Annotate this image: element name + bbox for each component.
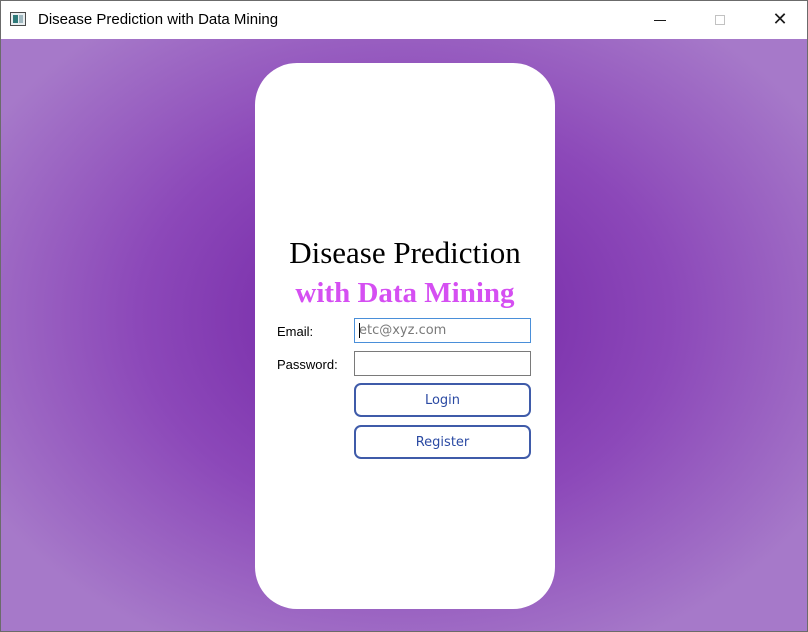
window-title: Disease Prediction with Data Mining (38, 11, 279, 28)
password-label: Password: (277, 357, 338, 372)
text-caret (359, 323, 360, 338)
email-field[interactable] (354, 318, 531, 343)
page-title: Disease Prediction (289, 235, 521, 270)
minimize-button[interactable] (637, 1, 683, 39)
page-subtitle: with Data Mining (295, 277, 515, 309)
close-button[interactable]: ✕ (757, 1, 803, 39)
close-icon: ✕ (772, 9, 788, 30)
password-field[interactable] (354, 351, 531, 376)
maximize-button[interactable] (697, 1, 743, 39)
app-window-icon (10, 12, 26, 26)
background-panel: Disease Prediction with Data Mining Emai… (1, 39, 807, 631)
title-bar[interactable]: Disease Prediction with Data Mining ✕ (1, 1, 807, 39)
app-window: Disease Prediction with Data Mining ✕ Di… (0, 0, 808, 632)
login-card: Disease Prediction with Data Mining Emai… (255, 63, 555, 609)
maximize-icon (715, 15, 725, 25)
login-button[interactable]: Login (354, 383, 531, 417)
register-button[interactable]: Register (354, 425, 531, 459)
minimize-icon (654, 19, 666, 21)
email-label: Email: (277, 324, 314, 339)
